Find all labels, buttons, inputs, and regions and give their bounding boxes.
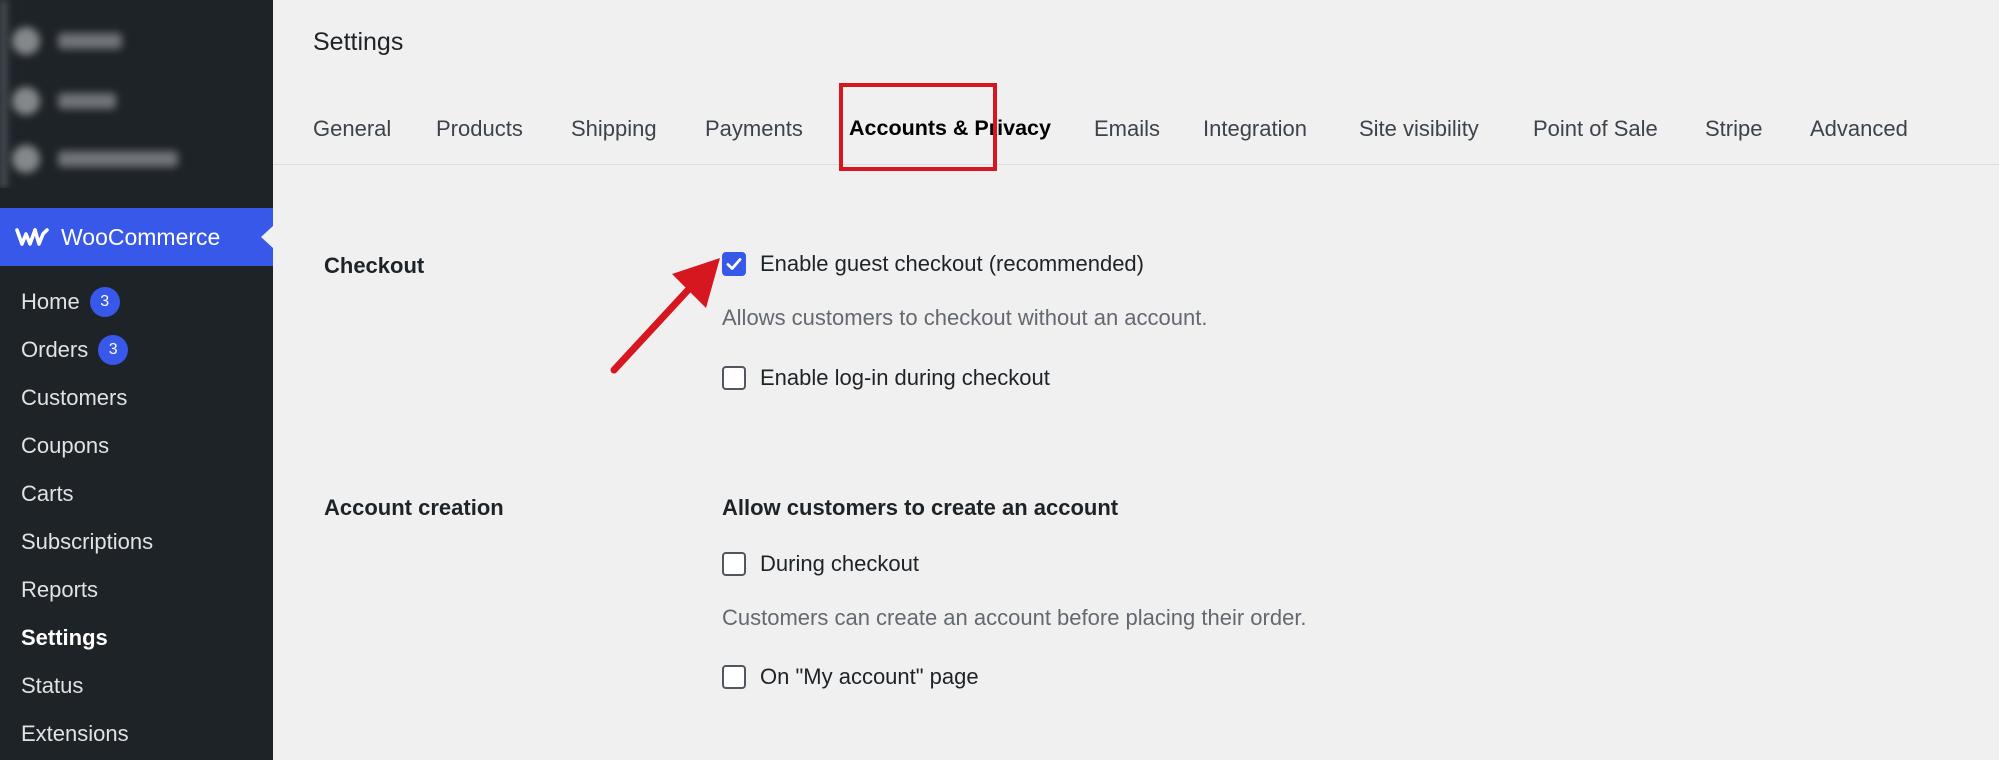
blurred-menu-item[interactable] [12,145,178,173]
blurred-label [58,33,122,49]
tab-site-visibility[interactable]: Site visibility [1359,116,1479,142]
during-checkout-checkbox[interactable] [722,552,746,576]
sidebar-item-label: Status [21,673,84,698]
blurred-edge [0,0,12,188]
sidebar-item-label: Orders [21,337,89,362]
settings-tabs: General Products Shipping Payments Accou… [273,74,1999,165]
tab-shipping[interactable]: Shipping [571,116,657,142]
account-creation-section-label: Account creation [324,495,504,520]
sidebar-item-label: Carts [21,481,74,506]
sidebar-item-customers[interactable]: Customers [0,374,273,422]
blurred-icon [12,27,40,55]
sidebar-item-orders[interactable]: Orders 3 [0,326,273,374]
my-account-page-checkbox[interactable] [722,665,746,689]
sidebar-item-label: Coupons [21,433,110,458]
tab-general[interactable]: General [313,116,391,142]
sidebar-item-settings[interactable]: Settings [0,614,273,662]
sidebar-item-label: Extensions [21,721,129,746]
login-during-checkout-option[interactable]: Enable log-in during checkout [722,365,1050,391]
sidebar-item-status[interactable]: Status [0,662,273,710]
during-checkout-description: Customers can create an account before p… [722,605,1307,630]
tab-emails[interactable]: Emails [1094,116,1160,142]
blurred-menu-items [0,0,273,188]
sidebar-item-woocommerce[interactable]: WooCommerce [0,208,273,266]
my-account-page-label: On "My account" page [760,664,979,689]
tab-payments[interactable]: Payments [705,116,803,142]
tab-advanced[interactable]: Advanced [1810,116,1908,142]
my-account-page-option[interactable]: On "My account" page [722,664,979,690]
active-tab-highlight-box [839,83,997,171]
login-during-checkout-label: Enable log-in during checkout [760,365,1050,390]
admin-sidebar: WooCommerce Home 3 Orders 3 Customers Co… [0,0,273,760]
guest-checkout-description: Allows customers to checkout without an … [722,305,1208,330]
blurred-icon [12,87,40,115]
sidebar-item-label: Reports [21,577,99,602]
sidebar-item-home[interactable]: Home 3 [0,278,273,326]
sidebar-item-reports[interactable]: Reports [0,566,273,614]
sidebar-item-extensions[interactable]: Extensions [0,710,273,758]
page-title: Settings [313,28,404,56]
woocommerce-submenu: Home 3 Orders 3 Customers Coupons Carts … [0,278,273,758]
tab-integration[interactable]: Integration [1203,116,1307,142]
woocommerce-logo-icon [14,225,50,249]
sidebar-item-carts[interactable]: Carts [0,470,273,518]
notification-badge: 3 [98,335,129,365]
tab-stripe[interactable]: Stripe [1705,116,1762,142]
blurred-label [58,93,116,109]
blurred-label [58,151,178,167]
guest-checkout-label: Enable guest checkout (recommended) [760,251,1144,276]
during-checkout-option[interactable]: During checkout [722,551,919,577]
sidebar-item-label: Settings [21,625,108,650]
tab-point-of-sale[interactable]: Point of Sale [1533,116,1658,142]
checkout-section-label: Checkout [324,253,425,278]
during-checkout-label: During checkout [760,551,919,576]
sidebar-item-subscriptions[interactable]: Subscriptions [0,518,273,566]
sidebar-item-label: Home [21,289,80,314]
blurred-icon [12,145,40,173]
red-arrow-icon [610,258,720,374]
sidebar-item-label: Customers [21,385,128,410]
sidebar-item-label: Subscriptions [21,529,154,554]
tab-products[interactable]: Products [436,116,523,142]
sidebar-item-coupons[interactable]: Coupons [0,422,273,470]
notification-badge: 3 [89,287,120,317]
blurred-menu-item[interactable] [12,27,122,55]
allow-account-creation-heading: Allow customers to create an account [722,495,1119,520]
blurred-menu-item[interactable] [12,87,116,115]
guest-checkout-option[interactable]: Enable guest checkout (recommended) [722,251,1144,277]
sidebar-brand-label: WooCommerce [61,223,221,250]
